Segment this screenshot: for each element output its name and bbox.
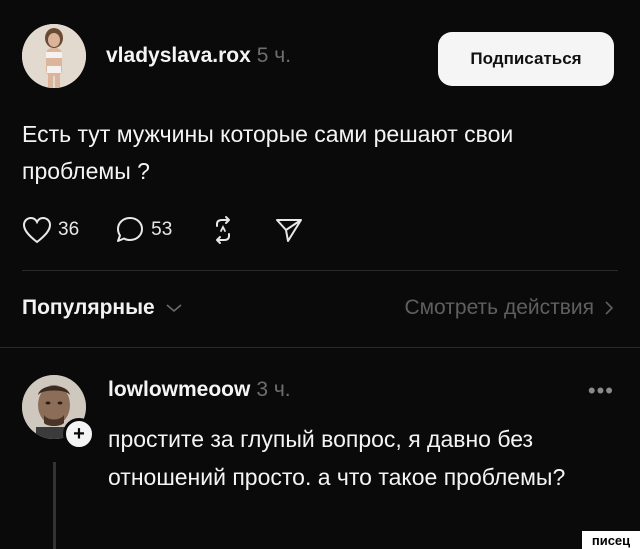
comment-username-text[interactable]: lowlowmeoow <box>108 378 250 401</box>
repost-button[interactable] <box>208 215 238 245</box>
comment-text: простите за глупый вопрос, я давно без о… <box>108 426 566 490</box>
chevron-down-icon <box>166 304 182 313</box>
post-username-text[interactable]: vladyslava.rox <box>106 44 251 67</box>
send-icon <box>276 219 303 242</box>
chevron-right-icon <box>605 301 614 315</box>
post-author-avatar[interactable] <box>22 24 86 88</box>
view-activity-link[interactable]: Смотреть действия <box>404 296 614 320</box>
divider <box>0 347 640 348</box>
avatar-photo-icon <box>22 24 86 88</box>
post-text: Есть тут мужчины которые сами решают сво… <box>22 121 514 184</box>
share-button[interactable] <box>274 215 304 245</box>
more-options-button[interactable]: ••• <box>588 378 614 404</box>
heart-icon <box>22 216 52 244</box>
post-header: vladyslava.rox 5 ч. Подписаться <box>22 24 614 88</box>
post-time: 5 ч. <box>256 44 292 67</box>
comments-filter-row: Популярные Смотреть действия <box>22 292 614 328</box>
divider <box>22 270 618 271</box>
comment-button[interactable]: 53 <box>115 215 172 245</box>
follow-button[interactable]: Подписаться <box>438 32 614 86</box>
sort-dropdown[interactable]: Популярные <box>22 296 183 320</box>
watermark: писец <box>582 531 640 549</box>
comment-count: 53 <box>151 219 173 240</box>
thread-line <box>53 462 56 549</box>
like-count: 36 <box>58 219 80 240</box>
follow-plus-badge[interactable]: + <box>63 418 95 450</box>
post-author-name[interactable]: vladyslava.rox 5 ч. <box>106 44 291 68</box>
repost-icon <box>216 216 231 244</box>
comment-icon <box>117 217 144 242</box>
like-button[interactable]: 36 <box>22 216 79 244</box>
comment-time: 3 ч. <box>256 378 291 401</box>
view-activity-label: Смотреть действия <box>404 296 594 319</box>
post-actions: 36 53 <box>22 212 340 248</box>
comment-author-name[interactable]: lowlowmeoow 3 ч. <box>108 378 291 402</box>
sort-label: Популярные <box>22 296 155 319</box>
